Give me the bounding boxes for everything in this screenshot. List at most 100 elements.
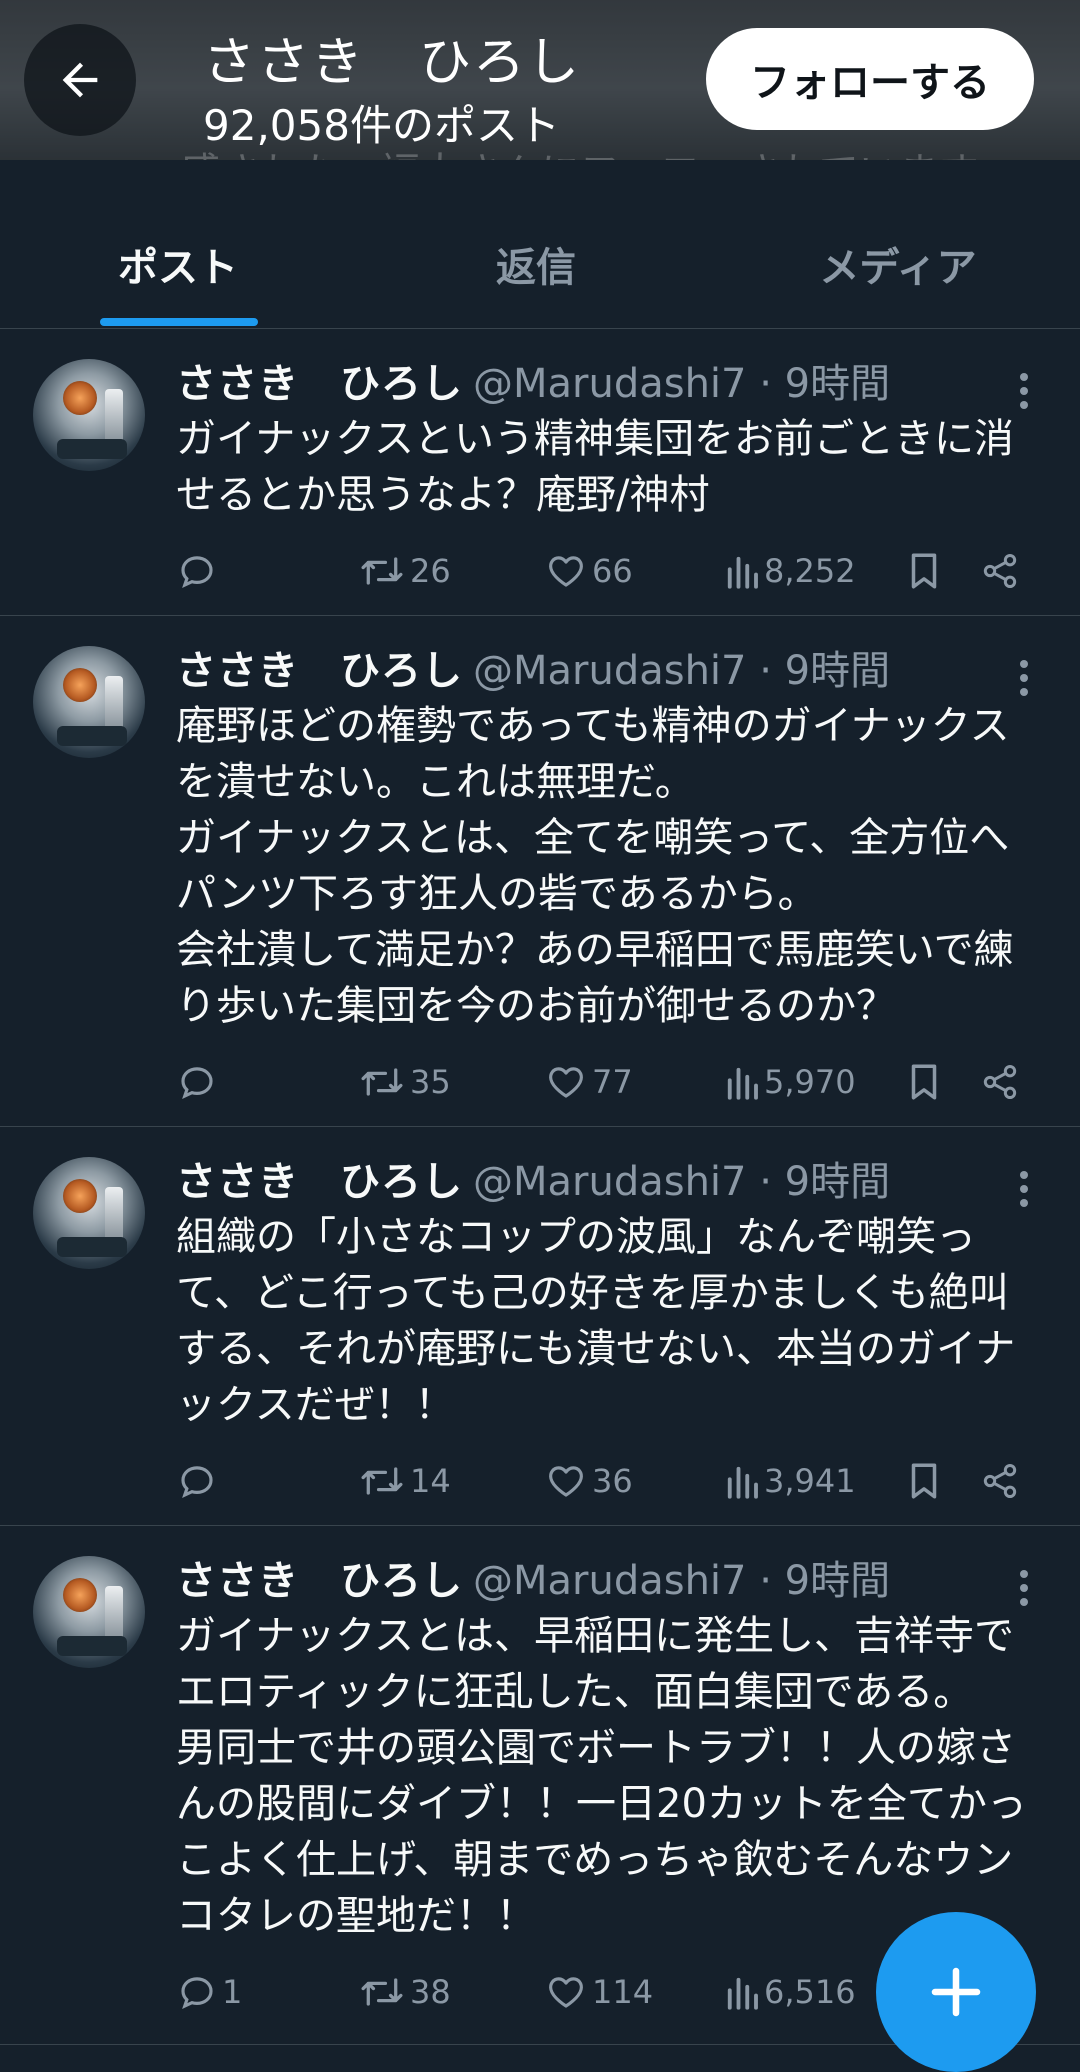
tweet-text: ガイナックスという精神集団をお前ごときに消 せるとか思うなよ？庵野/神村 xyxy=(176,411,1036,523)
post-count: 92,058件のポスト xyxy=(203,101,560,150)
more-options-icon[interactable] xyxy=(1012,1167,1036,1211)
active-tab-indicator xyxy=(100,318,258,326)
tweet-text-line: を潰せない。これは無理だ。 xyxy=(176,759,695,805)
heart-icon xyxy=(549,1977,583,2008)
tweet-actions: 26 66 8,252 xyxy=(176,543,1036,599)
more-options-icon[interactable] xyxy=(1012,656,1036,700)
tweet-text-line: する、それが庵野にも潰せない、本当のガイナ xyxy=(176,1326,1016,1372)
more-options-icon[interactable] xyxy=(1012,369,1036,413)
tab-label: ポスト xyxy=(118,245,238,291)
tweet-text-line: パンツ下ろす狂人の砦であるから。 xyxy=(176,871,818,917)
tab-label: メディア xyxy=(819,245,977,291)
reply-button[interactable]: 1 xyxy=(176,1964,242,2020)
retweet-button[interactable]: 35 xyxy=(358,1054,451,1110)
reply-icon xyxy=(181,556,213,588)
like-count: 77 xyxy=(592,1063,633,1101)
tweet-header: ささき ひろし @Marudashi7 · 9時間 xyxy=(176,638,890,696)
author-name[interactable]: ささき ひろし xyxy=(176,361,463,407)
like-button[interactable]: 114 xyxy=(544,1964,653,2020)
views-button[interactable]: 8,252 xyxy=(724,543,856,599)
bookmark-icon xyxy=(911,553,937,589)
views-button[interactable]: 5,970 xyxy=(724,1054,856,1110)
avatar[interactable] xyxy=(33,1556,145,1668)
bookmark-button[interactable] xyxy=(906,1054,942,1110)
bookmark-icon xyxy=(911,1463,937,1499)
tweet-text-line: せるとか思うなよ？庵野/神村 xyxy=(176,472,710,518)
reply-button[interactable] xyxy=(176,543,222,599)
bookmark-icon xyxy=(911,1064,937,1100)
tweet[interactable]: ささき ひろし @Marudashi7 · 9時間 組織の「小さなコップの波風」な… xyxy=(0,1127,1080,1526)
tab-replies[interactable]: 返信 xyxy=(356,200,716,328)
like-button[interactable]: 66 xyxy=(544,543,633,599)
compose-button[interactable] xyxy=(876,1912,1036,2072)
tweet[interactable]: ささき ひろし @Marudashi7 · 9時間 ガイナックスという精神集団をお… xyxy=(0,329,1080,616)
retweet-button[interactable]: 38 xyxy=(358,1964,451,2020)
retweet-button[interactable]: 26 xyxy=(358,543,451,599)
tab-media[interactable]: メディア xyxy=(716,200,1080,328)
follow-button[interactable]: フォローする xyxy=(706,28,1034,130)
tweet-header: ささき ひろし @Marudashi7 · 9時間 xyxy=(176,1149,890,1207)
retweet-count: 35 xyxy=(410,1063,451,1101)
heart-icon xyxy=(549,556,583,587)
author-name[interactable]: ささき ひろし xyxy=(176,1558,463,1604)
profile-name: ささき ひろし xyxy=(203,33,582,93)
retweet-button[interactable]: 14 xyxy=(358,1453,451,1509)
reply-button[interactable] xyxy=(176,1453,222,1509)
tweet-text-line: り歩いた集団を今のお前が御せるのか？ xyxy=(176,983,896,1029)
tweet-header: ささき ひろし @Marudashi7 · 9時間 xyxy=(176,1548,890,1606)
retweet-count: 38 xyxy=(410,1973,451,2011)
tweet-text-line: て、どこ行っても己の好きを厚かましくも絶叫 xyxy=(176,1270,1009,1316)
reply-count: 1 xyxy=(222,1973,243,2011)
views-button[interactable]: 3,941 xyxy=(724,1453,856,1509)
tweet-actions: 14 36 3,941 xyxy=(176,1453,1036,1509)
retweet-icon xyxy=(361,1978,403,2006)
reply-button[interactable] xyxy=(176,1054,222,1110)
views-icon xyxy=(727,1977,758,2010)
avatar[interactable] xyxy=(33,1157,145,1269)
arrow-left-icon xyxy=(62,62,98,98)
share-button[interactable] xyxy=(980,1054,1020,1110)
author-handle-time: @Marudashi7 · 9時間 xyxy=(473,1558,891,1604)
like-button[interactable]: 36 xyxy=(544,1453,633,1509)
tweet-text-line: こよく仕上げ、朝までめっちゃ飲むそんなウン xyxy=(176,1837,1014,1883)
avatar[interactable] xyxy=(33,646,145,758)
view-count: 3,941 xyxy=(764,1462,856,1500)
author-handle-time: @Marudashi7 · 9時間 xyxy=(473,1159,891,1205)
tweet-text-line: 男同士で井の頭公園でボートラブ！！人の嫁さ xyxy=(176,1725,1016,1771)
views-button[interactable]: 6,516 xyxy=(724,1964,856,2020)
like-button[interactable]: 77 xyxy=(544,1054,633,1110)
author-handle-time: @Marudashi7 · 9時間 xyxy=(473,648,891,694)
tweet-header: ささき ひろし @Marudashi7 · 9時間 xyxy=(176,351,890,409)
retweet-icon xyxy=(361,1467,403,1495)
avatar[interactable] xyxy=(33,359,145,471)
tweet-text-line: ックスだぜ！！ xyxy=(176,1382,455,1428)
more-options-icon[interactable] xyxy=(1012,1566,1036,1610)
author-name[interactable]: ささき ひろし xyxy=(176,1159,463,1205)
reply-icon xyxy=(181,1466,213,1498)
back-button[interactable] xyxy=(24,24,136,136)
tweet-text-line: ガイナックスとは、全てを嘲笑って、全方位へ xyxy=(176,815,1010,861)
author-name[interactable]: ささき ひろし xyxy=(176,648,463,694)
bookmark-button[interactable] xyxy=(906,543,942,599)
tweet-feed: ささき ひろし @Marudashi7 · 9時間 ガイナックスという精神集団をお… xyxy=(0,329,1080,2045)
tweet-text: 組織の「小さなコップの波風」なんぞ嘲笑っ て、どこ行っても己の好きを厚かましくも… xyxy=(176,1209,1036,1433)
tweet-text-line: 庵野ほどの権勢であっても精神のガイナックス xyxy=(176,703,1010,749)
views-icon xyxy=(727,1067,758,1100)
retweet-count: 14 xyxy=(410,1462,451,1500)
retweet-count: 26 xyxy=(410,552,451,590)
view-count: 8,252 xyxy=(764,552,856,590)
bookmark-button[interactable] xyxy=(906,1453,942,1509)
share-button[interactable] xyxy=(980,543,1020,599)
profile-header: 感された、福大さんにフォローされています ささき ひろし 92,058件のポスト… xyxy=(0,0,1080,160)
like-count: 66 xyxy=(592,552,633,590)
retweet-icon xyxy=(361,1068,403,1096)
heart-icon xyxy=(549,1466,583,1497)
share-button[interactable] xyxy=(980,1453,1020,1509)
share-icon xyxy=(983,1464,1017,1498)
tweet-text: ガイナックスとは、早稲田に発生し、吉祥寺で エロティックに狂乱した、面白集団であ… xyxy=(176,1608,1036,1944)
tweet[interactable]: ささき ひろし @Marudashi7 · 9時間 庵野ほどの権勢であっても精神の… xyxy=(0,616,1080,1127)
tab-posts[interactable]: ポスト xyxy=(0,200,356,328)
profile-tabs: ポスト 返信 メディア xyxy=(0,200,1080,329)
tweet-text-line: 会社潰して満足か？あの早稲田で馬鹿笑いで練 xyxy=(176,927,1014,973)
tweet-actions: 35 77 5,970 xyxy=(176,1054,1036,1110)
